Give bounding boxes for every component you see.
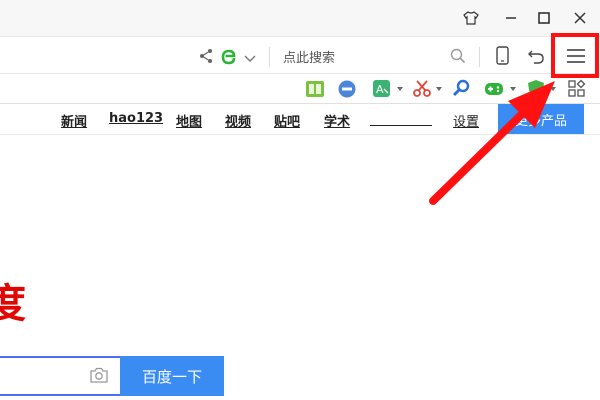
baidu-search-input[interactable] [0,356,122,396]
search-icon [450,48,466,64]
nav-link-login[interactable] [370,125,432,126]
more-products-button[interactable]: 更多产品 [498,104,584,134]
extension-security[interactable] [526,79,546,99]
title-bar [0,0,600,36]
nav-link-settings[interactable]: 设置 [453,111,479,130]
undo-icon [528,50,544,64]
minimize-icon [506,17,516,19]
extension-manager[interactable] [567,79,587,99]
chevron-down-icon [244,55,256,62]
engine-dropdown[interactable] [243,50,257,62]
book-icon [306,81,324,97]
share-icon [200,49,212,63]
separator [269,47,270,67]
extension-adblock[interactable] [337,79,357,99]
security-dropdown[interactable] [550,87,556,91]
block-icon [338,80,356,98]
baidu-search-button[interactable]: 百度一下 [120,356,224,396]
games-dropdown[interactable] [510,87,516,91]
browser-engine-button[interactable] [219,46,239,66]
nav-link-video[interactable]: 视频 [225,111,251,130]
tshirt-icon [463,11,479,25]
translate-dropdown[interactable] [397,87,403,91]
close-icon [574,12,586,24]
close-button[interactable] [567,5,593,31]
maximize-button[interactable] [531,5,557,31]
nav-link-scholar[interactable]: 学术 [324,111,350,130]
annotation-highlight-box [551,33,599,78]
extension-toolbar: A [0,74,600,104]
translate-icon: A [373,80,390,97]
nav-link-hao123[interactable]: hao123 [109,111,163,126]
search-input[interactable]: 点此搜索 [283,47,335,66]
extension-screenshot[interactable] [412,79,432,99]
address-bar: 点此搜索 [0,36,600,74]
apps-grid-icon [568,79,586,97]
phone-icon [496,46,509,65]
minimize-button[interactable] [498,5,524,31]
extension-reader[interactable] [305,79,325,99]
nav-divider [0,134,600,135]
baidu-logo-fragment: 度 [0,281,26,327]
svg-text:A: A [376,83,384,96]
scissors-icon [413,80,431,97]
magnifier-icon [452,79,470,97]
mobile-button[interactable] [495,46,511,66]
skin-button[interactable] [458,5,484,31]
browser-window: 点此搜索 A 新闻 hao123 地图 视频 贴吧 学术 设置 更多产品 度 百… [0,0,600,400]
nav-link-map[interactable]: 地图 [176,111,202,130]
screenshot-dropdown[interactable] [436,87,442,91]
extension-translate[interactable]: A [372,79,392,99]
undo-button[interactable] [526,46,546,66]
gamepad-icon [485,83,503,95]
extension-games[interactable] [484,79,504,99]
maximize-icon [538,12,550,24]
shield-icon [528,80,544,98]
nav-link-tieba[interactable]: 贴吧 [274,111,300,130]
share-button[interactable] [198,48,214,64]
separator [479,47,480,67]
ie-engine-icon [221,49,236,65]
camera-icon [90,367,108,383]
nav-link-news[interactable]: 新闻 [61,111,87,130]
search-button[interactable] [450,48,466,64]
image-search-button[interactable] [89,366,109,384]
extension-search[interactable] [451,79,471,99]
